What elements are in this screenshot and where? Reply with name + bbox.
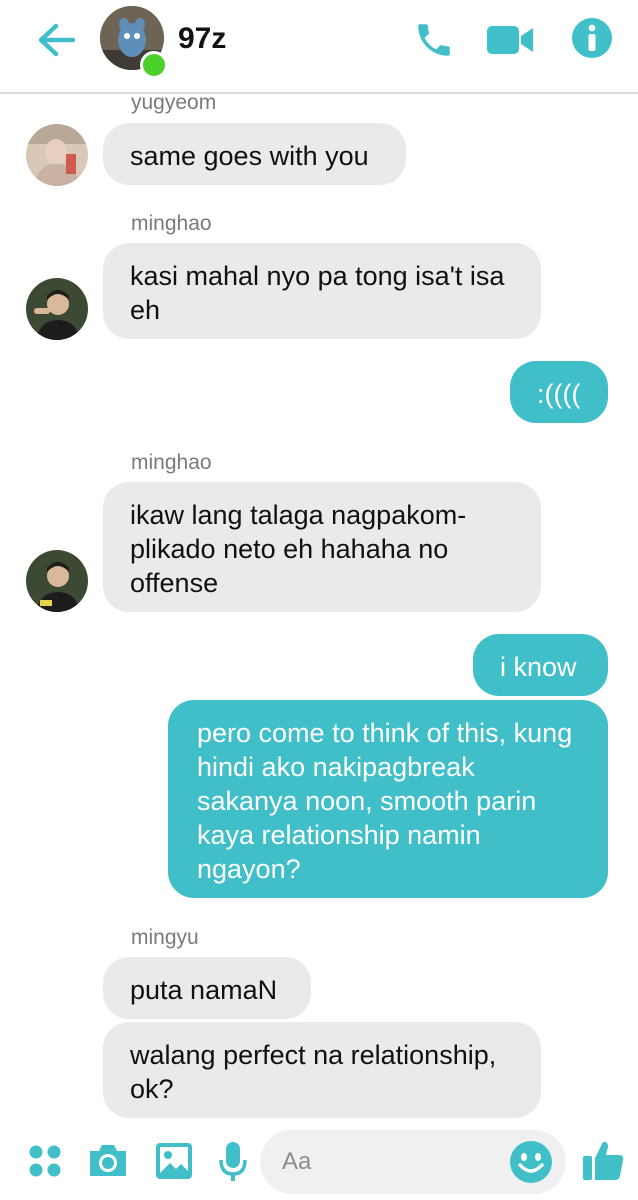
- sender-name: yugyeom: [131, 91, 217, 114]
- video-camera-icon: [487, 26, 533, 54]
- sender-name: minghao: [131, 212, 212, 235]
- phone-icon: [418, 24, 450, 56]
- info-button[interactable]: [570, 16, 614, 60]
- call-button[interactable]: [412, 18, 456, 62]
- message-bubble-outgoing[interactable]: i know: [473, 634, 608, 696]
- message-composer: Aa: [0, 1128, 638, 1200]
- back-arrow-icon: [38, 23, 76, 57]
- message-bubble-incoming[interactable]: same goes with you: [103, 123, 406, 185]
- chat-title[interactable]: 97z: [178, 22, 226, 56]
- thumbs-up-icon: [583, 1141, 624, 1180]
- like-button[interactable]: [580, 1136, 626, 1184]
- emoji-button[interactable]: [508, 1139, 554, 1185]
- apps-icon: [29, 1145, 61, 1177]
- message-input-placeholder: Aa: [282, 1148, 312, 1175]
- info-icon: [572, 18, 612, 58]
- message-bubble-incoming[interactable]: ikaw lang talaga nagpakom-plikado neto e…: [103, 482, 541, 612]
- message-bubble-incoming[interactable]: kasi mahal nyo pa tong isa't isa eh: [103, 243, 541, 339]
- camera-icon: [90, 1145, 126, 1176]
- message-bubble-outgoing[interactable]: pero come to think of this, kung hindi a…: [168, 700, 608, 898]
- avatar-minghao[interactable]: [26, 550, 88, 612]
- chat-header: 97z: [0, 0, 638, 94]
- emoji-icon: [510, 1141, 552, 1183]
- message-bubble-incoming[interactable]: walang perfect na relationship, ok?: [103, 1022, 541, 1118]
- sender-name: mingyu: [131, 926, 199, 949]
- camera-button[interactable]: [86, 1140, 130, 1180]
- avatar-yugyeom[interactable]: [26, 124, 88, 186]
- sender-name: minghao: [131, 451, 212, 474]
- image-button[interactable]: [153, 1140, 195, 1182]
- online-status-dot: [140, 51, 168, 79]
- message-bubble-outgoing[interactable]: :((((: [510, 361, 608, 423]
- image-icon: [156, 1143, 192, 1179]
- message-input[interactable]: Aa: [260, 1130, 566, 1194]
- apps-button[interactable]: [26, 1142, 64, 1180]
- back-button[interactable]: [34, 20, 78, 60]
- microphone-icon: [219, 1142, 247, 1181]
- avatar-minghao[interactable]: [26, 278, 88, 340]
- microphone-button[interactable]: [216, 1140, 250, 1184]
- message-bubble-incoming[interactable]: puta namaN: [103, 957, 311, 1019]
- video-call-button[interactable]: [486, 22, 534, 58]
